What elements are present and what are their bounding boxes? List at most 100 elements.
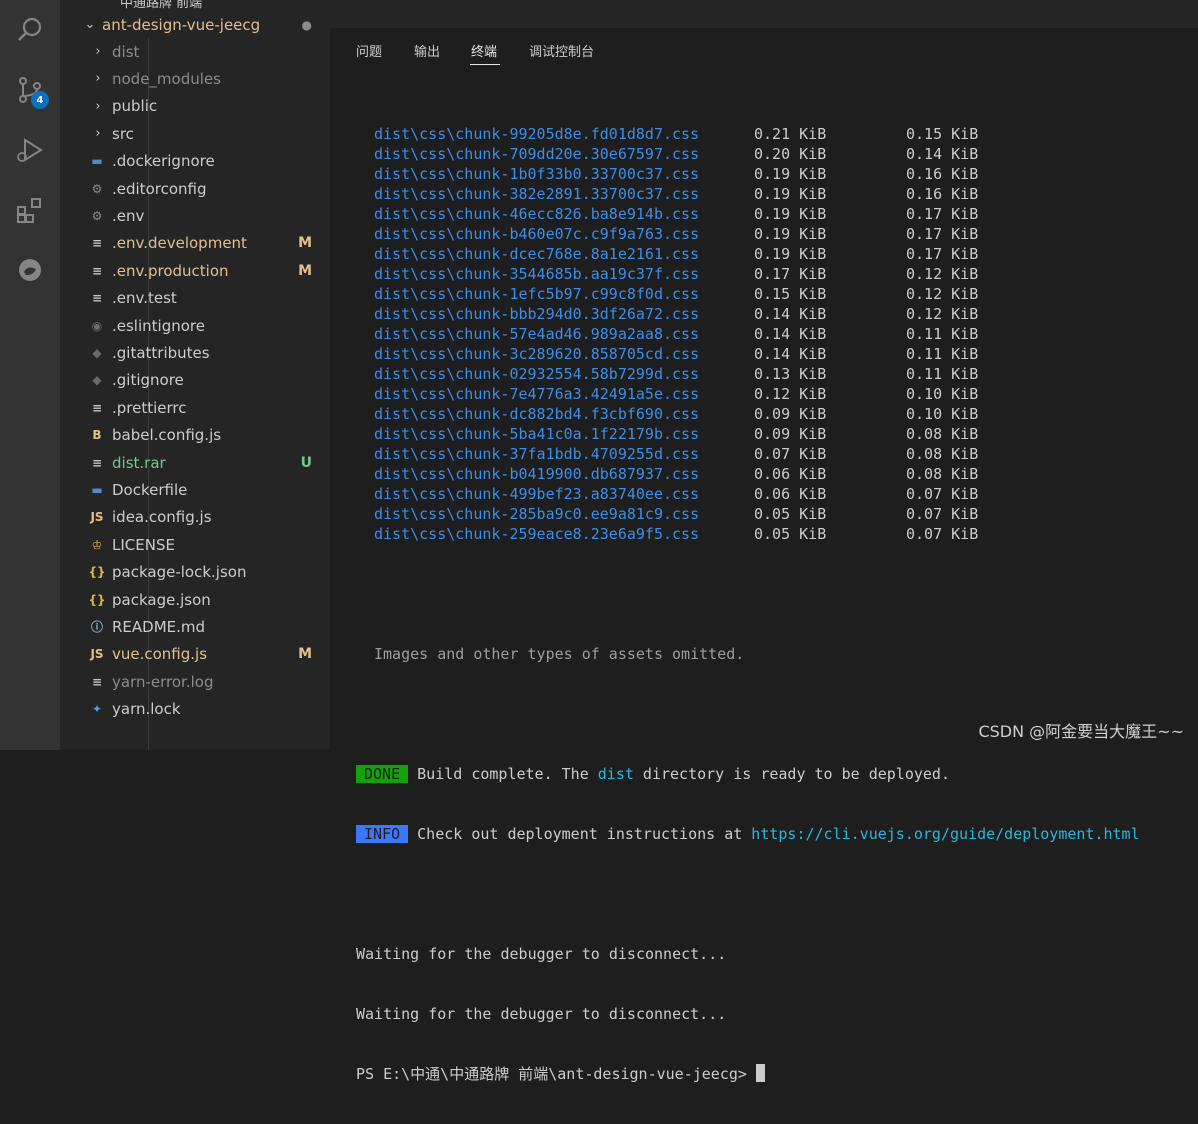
file-row[interactable]: ≡ .env.development M [60, 230, 330, 257]
tab-debug-console[interactable]: 调试控制台 [529, 41, 594, 60]
edge-browser-icon[interactable] [0, 246, 60, 294]
file-row[interactable]: ≡ dist.rar U [60, 449, 330, 476]
chevron-right-icon: › [95, 126, 101, 142]
asset-file-name: dist\css\chunk-5ba41c0a.1f22179b.css [374, 425, 700, 443]
asset-gzipped-size: 0.10 KiB [906, 385, 979, 403]
search-icon[interactable] [0, 6, 60, 54]
info-icon: ⓘ [90, 620, 103, 635]
asset-size: 0.19 KiB [754, 185, 827, 203]
file-row[interactable]: JS vue.config.js M [60, 641, 330, 668]
tree-item-label: .env [112, 206, 145, 225]
tree-item-label: .env.production [112, 261, 229, 280]
asset-gzipped-size: 0.10 KiB [906, 405, 979, 423]
folder-row[interactable]: › public [60, 93, 330, 120]
docker-icon: ▬ [91, 154, 103, 169]
asset-row: dist\css\chunk-1efc5b97.c99c8f0d.css 0.15… [356, 284, 1140, 304]
file-row[interactable]: ◆ .gitattributes [60, 339, 330, 366]
asset-row: dist\css\chunk-7e4776a3.42491a5e.css 0.12… [356, 384, 1140, 404]
asset-row: dist\css\chunk-1b0f33b0.33700c37.css 0.19… [356, 164, 1140, 184]
file-row[interactable]: JS idea.config.js [60, 504, 330, 531]
root-folder-label: ant-design-vue-jeecg [102, 15, 261, 34]
waiting-line-1: Waiting for the debugger to disconnect..… [356, 945, 727, 963]
asset-gzipped-size: 0.11 KiB [906, 365, 979, 383]
asset-file-name: dist\css\chunk-dc882bd4.f3cbf690.css [374, 405, 700, 423]
file-row[interactable]: {} package-lock.json [60, 559, 330, 586]
asset-size: 0.09 KiB [754, 425, 827, 443]
file-row[interactable]: ⓘ README.md [60, 613, 330, 640]
file-row[interactable]: ≡ .prettierrc [60, 394, 330, 421]
asset-gzipped-size: 0.16 KiB [906, 165, 979, 183]
prompt-line[interactable]: PS E:\中通\中通路牌 前端\ant-design-vue-jeecg> [356, 1064, 1140, 1084]
asset-size: 0.06 KiB [754, 485, 827, 503]
file-row[interactable]: ▬ Dockerfile [60, 476, 330, 503]
asset-row: dist\css\chunk-285ba9c0.ee9a81c9.css 0.05… [356, 504, 1140, 524]
tab-terminal[interactable]: 终端 [471, 41, 497, 60]
asset-row: dist\css\chunk-499bef23.a83740ee.css 0.06… [356, 484, 1140, 504]
asset-size: 0.14 KiB [754, 305, 827, 323]
asset-row: dist\css\chunk-b0419900.db687937.css 0.06… [356, 464, 1140, 484]
file-row[interactable]: ▬ .dockerignore [60, 148, 330, 175]
tree-item-label: .editorconfig [112, 179, 207, 198]
tab-problems[interactable]: 问题 [356, 41, 382, 60]
file-row[interactable]: ≡ .env.test [60, 285, 330, 312]
chevron-right-icon: › [95, 44, 101, 59]
asset-gzipped-size: 0.14 KiB [906, 145, 979, 163]
tree-item-label: idea.config.js [112, 508, 212, 527]
file-row[interactable]: ≡ .env.production M [60, 257, 330, 284]
root-folder-row[interactable]: ⌄ ant-design-vue-jeecg ● [60, 11, 330, 38]
waiting-line-2: Waiting for the debugger to disconnect..… [356, 1005, 727, 1023]
file-row[interactable]: ◆ .gitignore [60, 367, 330, 394]
tree-item-label: package.json [112, 590, 211, 609]
asset-size: 0.13 KiB [754, 365, 827, 383]
asset-gzipped-size: 0.07 KiB [906, 525, 979, 543]
info-line: INFO Check out deployment instructions a… [356, 824, 1140, 844]
file-row[interactable]: ♔ LICENSE [60, 531, 330, 558]
lines-icon: ≡ [91, 236, 103, 251]
terminal-output[interactable]: dist\css\chunk-99205d8e.fd01d8d7.css 0.21… [356, 84, 1140, 1124]
tab-output[interactable]: 输出 [414, 41, 440, 60]
file-row[interactable]: ◉ .eslintignore [60, 312, 330, 339]
file-row[interactable]: Bbabel.config.js [60, 422, 330, 449]
deployment-link[interactable]: https://cli.vuejs.org/guide/deployment.h… [751, 825, 1139, 843]
lines-icon: ≡ [91, 455, 103, 470]
asset-gzipped-size: 0.15 KiB [906, 125, 979, 143]
modified-dot: ● [301, 17, 312, 32]
folder-row[interactable]: › src [60, 120, 330, 147]
asset-size: 0.17 KiB [754, 265, 827, 283]
json-icon: {} [88, 592, 106, 607]
folder-row[interactable]: › dist [60, 38, 330, 65]
asset-file-name: dist\css\chunk-bbb294d0.3df26a72.css [374, 305, 700, 323]
git-icon: ◆ [92, 345, 102, 360]
asset-size: 0.07 KiB [754, 445, 827, 463]
folder-row[interactable]: › node_modules [60, 65, 330, 92]
source-control-icon[interactable] [0, 66, 60, 114]
tree-item-label: .gitignore [112, 371, 184, 390]
workspace-header[interactable]: 中通路牌 前端 [120, 0, 202, 11]
asset-size: 0.21 KiB [754, 125, 827, 143]
tree-item-label: vue.config.js [112, 645, 208, 664]
done-text-post: directory is ready to be deployed. [633, 765, 950, 783]
yarn-icon: ✦ [91, 702, 103, 717]
extensions-icon[interactable] [0, 186, 60, 234]
asset-row: dist\css\chunk-382e2891.33700c37.css 0.19… [356, 184, 1140, 204]
file-row[interactable]: {} package.json [60, 586, 330, 613]
file-row[interactable]: ≡ yarn-error.log [60, 668, 330, 695]
asset-file-name: dist\css\chunk-3c289620.858705cd.css [374, 345, 700, 363]
tree-item-label: .prettierrc [112, 398, 187, 417]
file-row[interactable]: ⚙ .editorconfig [60, 175, 330, 202]
run-debug-icon[interactable] [0, 126, 60, 174]
asset-size: 0.05 KiB [754, 505, 827, 523]
asset-size: 0.20 KiB [754, 145, 827, 163]
file-row[interactable]: ⚙ .env [60, 202, 330, 229]
asset-gzipped-size: 0.08 KiB [906, 425, 979, 443]
asset-file-name: dist\css\chunk-709dd20e.30e67597.css [374, 145, 700, 163]
file-row[interactable]: ✦ yarn.lock [60, 696, 330, 723]
gear-icon: ⚙ [91, 208, 103, 223]
asset-row: dist\css\chunk-5ba41c0a.1f22179b.css 0.09… [356, 424, 1140, 444]
asset-file-name: dist\css\chunk-dcec768e.8a1e2161.css [374, 245, 700, 263]
info-text-pre: Check out deployment instructions at [417, 825, 752, 843]
asset-gzipped-size: 0.07 KiB [906, 485, 979, 503]
asset-file-name: dist\css\chunk-259eace8.23e6a9f5.css [374, 525, 700, 543]
tree-item-label: dist.rar [112, 453, 166, 472]
gear-icon: ⚙ [91, 181, 103, 196]
